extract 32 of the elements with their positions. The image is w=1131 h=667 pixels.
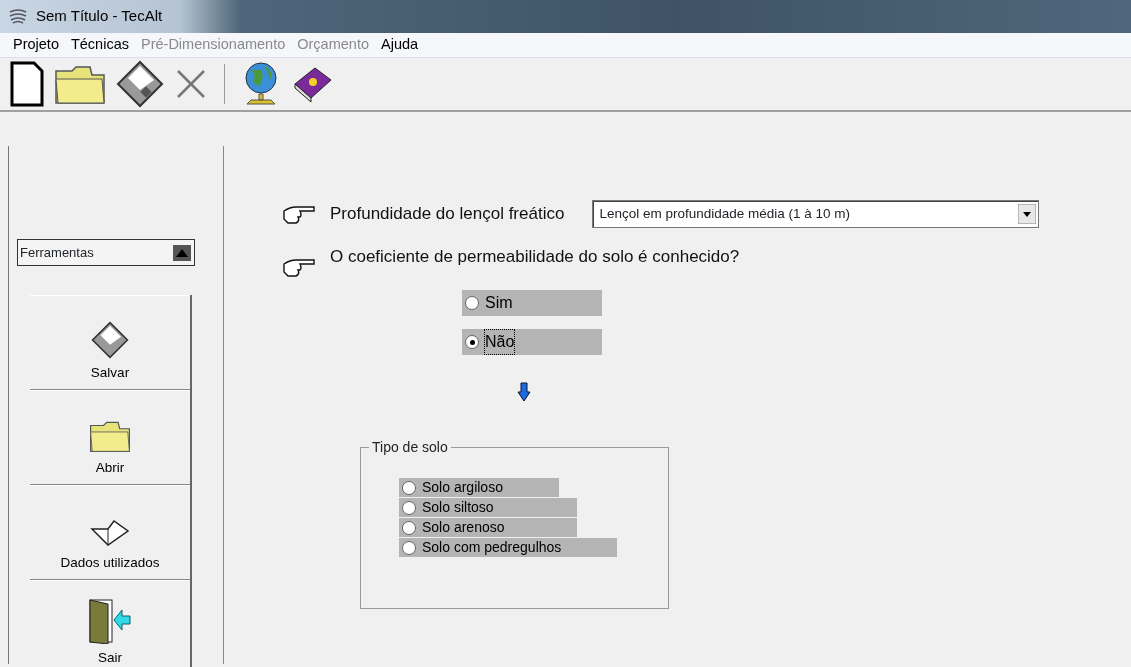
radio-dot[interactable] (402, 480, 416, 495)
folder-icon[interactable] (54, 63, 106, 105)
radio-dot[interactable] (402, 540, 416, 555)
field-label: Profundidade do lençol freático (330, 203, 565, 226)
radio-option[interactable]: Não (462, 329, 602, 355)
sidebar-button[interactable]: Abrir (30, 390, 190, 485)
question-text: O coeficiente de permeabilidade do solo é conhecido? (330, 246, 740, 268)
menu-item[interactable]: Ajuda (376, 34, 426, 56)
radio-option[interactable]: Solo arenoso (399, 518, 577, 537)
pointing-hand-icon (282, 256, 316, 278)
radio-dot[interactable] (402, 500, 416, 515)
radio-dot[interactable] (465, 296, 479, 310)
exit-door-icon (88, 597, 132, 644)
sidebar-button[interactable]: Dados utilizados (30, 485, 190, 580)
depth-dropdown[interactable]: Lençol em profundidade média (1 à 10 m) (592, 200, 1040, 228)
window-title: Sem Título - TecAlt (36, 6, 163, 27)
menu-item[interactable]: Projeto (8, 34, 66, 56)
pointing-hand-icon (282, 203, 316, 225)
radio-dot[interactable] (465, 335, 479, 349)
dropdown-arrow-icon[interactable] (1018, 204, 1037, 224)
menu-item[interactable]: Técnicas (65, 34, 136, 56)
open-book-icon (90, 518, 130, 549)
app-icon (8, 7, 28, 26)
sidebar-button[interactable]: Salvar (30, 295, 190, 390)
radio-option[interactable]: Sim (462, 290, 602, 316)
down-arrow-icon (517, 381, 531, 402)
radio-option[interactable]: Solo com pedregulhos (399, 538, 617, 557)
radio-option[interactable]: Solo argiloso (399, 478, 559, 497)
tools-dropdown[interactable]: Ferramentas (17, 239, 195, 266)
radio-dot[interactable] (402, 520, 416, 535)
new-file-icon[interactable] (10, 61, 44, 107)
radio-option[interactable]: Solo siltoso (399, 498, 577, 517)
